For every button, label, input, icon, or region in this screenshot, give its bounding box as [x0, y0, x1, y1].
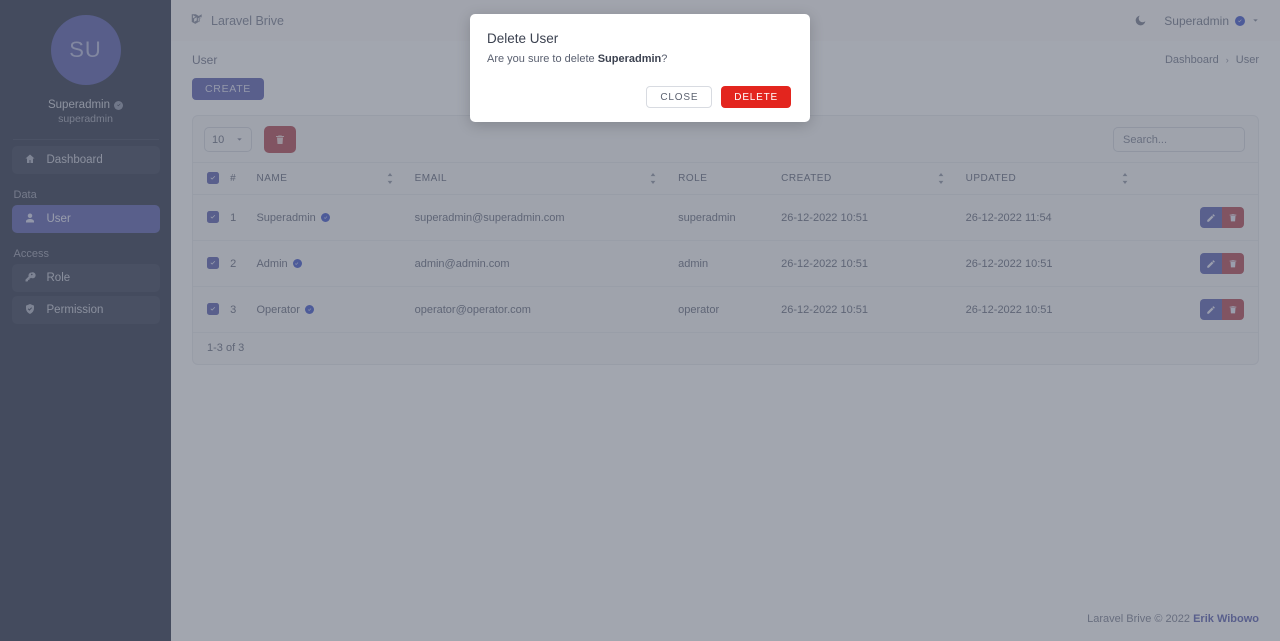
- modal-message-target: Superadmin: [597, 53, 662, 65]
- modal-overlay[interactable]: Delete User Are you sure to delete Super…: [0, 0, 1280, 641]
- modal-message: Are you sure to delete Superadmin?: [487, 53, 791, 65]
- modal-message-prefix: Are you sure to delete: [487, 53, 598, 65]
- modal-title: Delete User: [487, 31, 559, 46]
- modal-close-button[interactable]: CLOSE: [646, 86, 713, 108]
- modal-delete-button[interactable]: DELETE: [721, 86, 791, 108]
- delete-user-modal: Delete User Are you sure to delete Super…: [470, 14, 810, 122]
- modal-actions: CLOSE DELETE: [487, 86, 791, 108]
- modal-message-suffix: ?: [661, 53, 668, 65]
